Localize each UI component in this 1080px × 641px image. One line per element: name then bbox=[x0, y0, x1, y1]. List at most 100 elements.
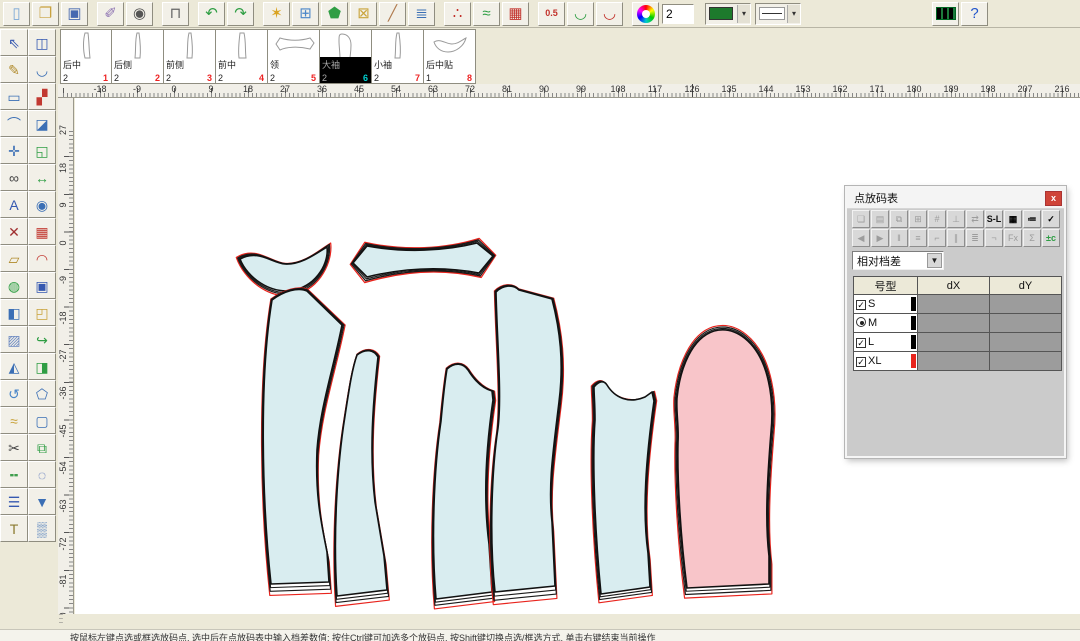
table-view-button[interactable]: ▦ bbox=[1004, 210, 1022, 228]
dx-cell[interactable] bbox=[918, 352, 990, 371]
grid-chart-button[interactable]: ▦ bbox=[502, 2, 529, 26]
measure-line-button[interactable]: ✶ bbox=[263, 2, 290, 26]
spiral-tool-button[interactable]: ↺ bbox=[0, 380, 28, 407]
piece-thumbnail-8[interactable]: 后中贴18 bbox=[424, 29, 476, 84]
point-adjust-tool-button[interactable]: ✛ bbox=[0, 137, 28, 164]
point-plan-tool-button[interactable]: ⬠ bbox=[28, 380, 56, 407]
stitch-tool-button[interactable]: ╍ bbox=[0, 461, 28, 488]
color-wheel-button[interactable] bbox=[632, 2, 659, 26]
dot-chart-button[interactable]: ∴ bbox=[444, 2, 471, 26]
undo-button[interactable]: ↶ bbox=[198, 2, 225, 26]
rectangle-tool-button[interactable]: ▭ bbox=[0, 83, 28, 110]
seam-curve-button[interactable]: ◡ bbox=[567, 2, 594, 26]
compare-pieces-tool-button[interactable]: ◨ bbox=[28, 353, 56, 380]
line-color-select[interactable]: ▾ bbox=[705, 3, 751, 25]
marquee-select-tool-button[interactable]: ◫ bbox=[28, 29, 56, 56]
flip-tool-button[interactable]: ↪ bbox=[28, 326, 56, 353]
overlap-pieces-tool-button[interactable]: ⧉ bbox=[28, 434, 56, 461]
line-width-input[interactable] bbox=[662, 4, 694, 24]
rounded-rect-tool-button[interactable]: ▢ bbox=[28, 407, 56, 434]
dx-cell[interactable] bbox=[918, 333, 990, 352]
pattern-piece-front-center[interactable] bbox=[492, 286, 561, 592]
pattern-piece-front-side[interactable] bbox=[434, 364, 493, 599]
pencil-tool-button[interactable]: ✎ bbox=[0, 56, 28, 83]
eraser-tool-button[interactable]: ▱ bbox=[0, 245, 28, 272]
piece-button[interactable]: ⬟ bbox=[321, 2, 348, 26]
panel-title-bar[interactable]: 点放码表 x bbox=[847, 188, 1064, 209]
grid-piece-tool-button[interactable]: ▦ bbox=[28, 218, 56, 245]
grade-mode-select[interactable]: 相对档差 ▼ bbox=[852, 251, 944, 270]
checkbox-checked-icon[interactable]: ✓ bbox=[856, 357, 866, 367]
pleat-tool-button[interactable]: ☰ bbox=[0, 488, 28, 515]
color-grade-button[interactable]: ±c bbox=[1042, 229, 1060, 247]
bag-tool-button[interactable]: ◍ bbox=[0, 272, 28, 299]
piece-thumbnail-7[interactable]: 小袖27 bbox=[372, 29, 424, 84]
piece-thumbnail-5[interactable]: 领25 bbox=[268, 29, 320, 84]
dx-cell[interactable] bbox=[918, 295, 990, 314]
dropdown-arrow-icon[interactable]: ▾ bbox=[787, 5, 800, 23]
dy-cell[interactable] bbox=[990, 295, 1062, 314]
piece-thumbnail-6[interactable]: 大袖26 bbox=[320, 29, 372, 84]
dart-tool-button[interactable]: ▼ bbox=[28, 488, 56, 515]
film-button[interactable] bbox=[932, 2, 959, 26]
dy-cell[interactable] bbox=[990, 333, 1062, 352]
dy-cell[interactable] bbox=[990, 352, 1062, 371]
move-half-button[interactable]: 0.5 bbox=[538, 2, 565, 26]
dropdown-arrow-icon[interactable]: ▼ bbox=[927, 253, 942, 268]
piece-measure-tool-button[interactable]: ◰ bbox=[28, 299, 56, 326]
frill-tool-button[interactable]: ▒ bbox=[28, 515, 56, 542]
panel-close-button[interactable]: x bbox=[1045, 191, 1062, 206]
skirt-tool-button[interactable]: ◭ bbox=[0, 353, 28, 380]
edit-tools-button[interactable]: ✕ bbox=[0, 218, 28, 245]
seam-allowance-tool-button[interactable]: ▞ bbox=[28, 83, 56, 110]
point-grading-panel[interactable]: 点放码表 x ❏▤⧉⊞#⊥⇄S-L▦≔✓ ◀▶‖≡⌐∥≣¬FxΣ±c 相对档差 … bbox=[845, 186, 1066, 458]
curve-tool-button[interactable]: ⌒ bbox=[0, 110, 28, 137]
pattern-piece-small-sleeve[interactable] bbox=[594, 382, 654, 594]
check-view-button[interactable]: ✓ bbox=[1042, 210, 1060, 228]
wave-tool-button[interactable]: ≈ bbox=[0, 407, 28, 434]
size-cell-XL[interactable]: ✓XL bbox=[854, 352, 918, 371]
pattern-piece-back-side[interactable] bbox=[335, 351, 387, 596]
stripe-tool-button[interactable]: ▨ bbox=[0, 326, 28, 353]
piece-thumbnail-2[interactable]: 后侧22 bbox=[112, 29, 164, 84]
spray-tool-button[interactable]: ✐ bbox=[97, 2, 124, 26]
size-cell-L[interactable]: ✓L bbox=[854, 333, 918, 352]
send-plot-button[interactable]: ≣ bbox=[408, 2, 435, 26]
scissors-tool-button[interactable]: ✂ bbox=[0, 434, 28, 461]
plotter-button[interactable]: ⊓ bbox=[162, 2, 189, 26]
dy-cell[interactable] bbox=[990, 314, 1062, 333]
piece-thumbnail-4[interactable]: 前中24 bbox=[216, 29, 268, 84]
checkbox-checked-icon[interactable]: ✓ bbox=[856, 338, 866, 348]
text-tool-button[interactable]: A bbox=[0, 191, 28, 218]
piece-thumbnail-1[interactable]: 后中21 bbox=[60, 29, 112, 84]
line-width-input-field[interactable] bbox=[662, 4, 694, 24]
measure-tool-button[interactable]: ↔ bbox=[28, 164, 56, 191]
annotate-tool-button[interactable]: ◱ bbox=[28, 137, 56, 164]
new-file-button[interactable]: ▯ bbox=[3, 2, 30, 26]
save-button[interactable]: ▣ bbox=[61, 2, 88, 26]
t-square-tool-button[interactable]: T bbox=[0, 515, 28, 542]
seam-curve2-button[interactable]: ◡ bbox=[596, 2, 623, 26]
pattern-piece-back-center[interactable] bbox=[263, 289, 342, 584]
chain-tool-button[interactable]: ∞ bbox=[0, 164, 28, 191]
piece-thumbnail-3[interactable]: 前侧23 bbox=[164, 29, 216, 84]
checkbox-checked-icon[interactable]: ✓ bbox=[856, 300, 866, 310]
brush-button[interactable]: ╱ bbox=[379, 2, 406, 26]
lock-button[interactable]: ⊠ bbox=[350, 2, 377, 26]
split-piece-tool-button[interactable]: ◧ bbox=[0, 299, 28, 326]
redo-button[interactable]: ↷ bbox=[227, 2, 254, 26]
size-cell-S[interactable]: ✓S bbox=[854, 295, 918, 314]
dotted-piece-tool-button[interactable]: ◌ bbox=[28, 461, 56, 488]
dx-cell[interactable] bbox=[918, 314, 990, 333]
pattern-piece-big-sleeve-selected[interactable] bbox=[677, 330, 772, 588]
line-chart-button[interactable]: ≈ bbox=[473, 2, 500, 26]
open-file-button[interactable]: ❐ bbox=[32, 2, 59, 26]
select-tool-button[interactable]: ⇖ bbox=[0, 29, 28, 56]
pattern-piece-tool-button[interactable]: ◪ bbox=[28, 110, 56, 137]
line-style-select[interactable]: ▾ bbox=[755, 3, 801, 25]
button-tool-button[interactable]: ◉ bbox=[28, 191, 56, 218]
pocket-tool-button[interactable]: ◡ bbox=[28, 56, 56, 83]
radio-selected-icon[interactable] bbox=[856, 317, 866, 327]
help-button[interactable]: ? bbox=[961, 2, 988, 26]
sewing-machine-tool-button[interactable]: ▣ bbox=[28, 272, 56, 299]
